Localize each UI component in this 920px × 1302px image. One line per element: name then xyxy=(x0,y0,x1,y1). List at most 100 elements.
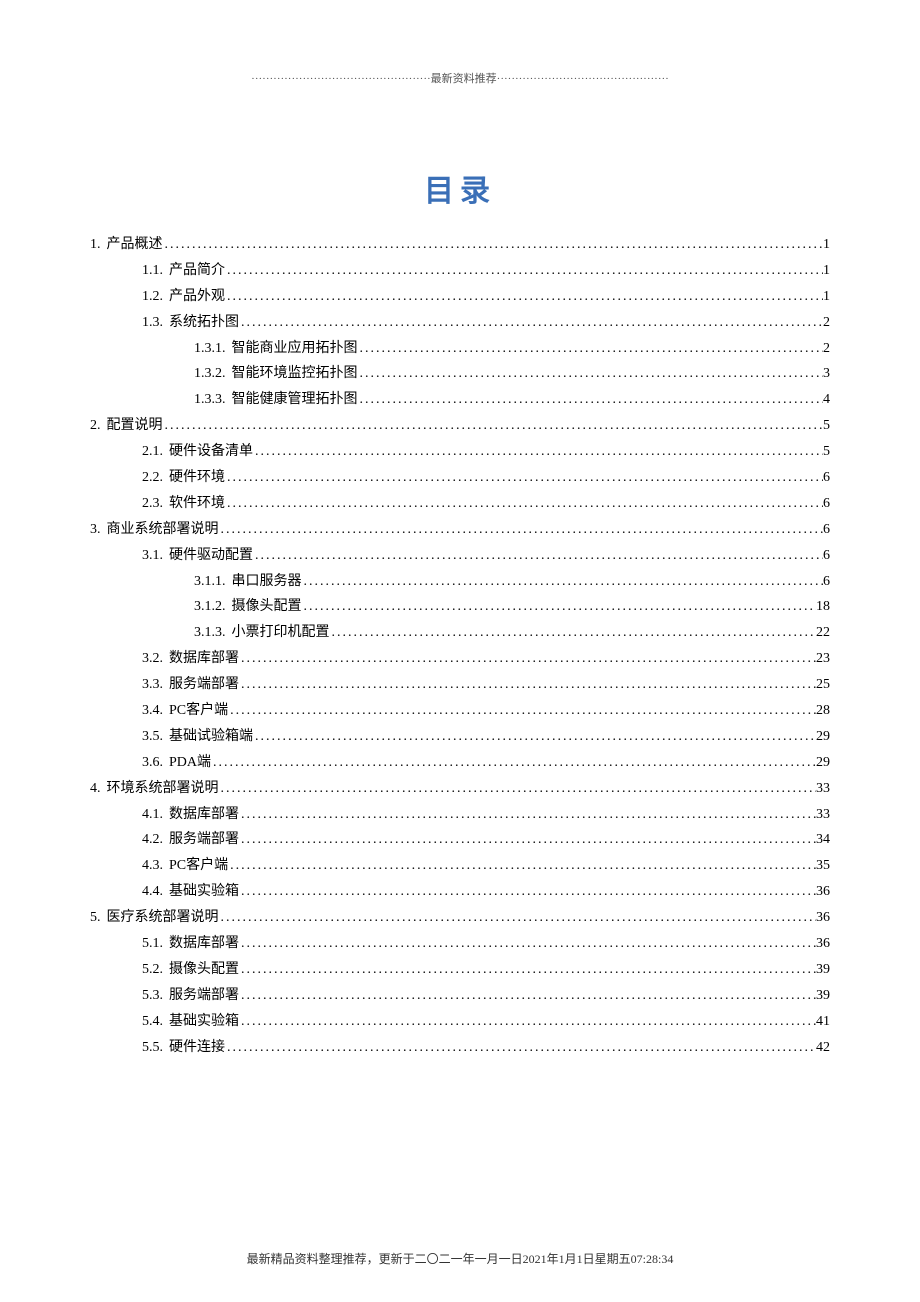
toc-entry[interactable]: 1.3.3.智能健康管理拓扑图.........................… xyxy=(90,387,830,413)
table-of-contents: 1.产品概述..................................… xyxy=(90,232,830,1061)
toc-leader-dots: ........................................… xyxy=(225,258,823,284)
toc-entry-label: 服务端部署 xyxy=(163,672,239,698)
toc-entry-number: 5.1. xyxy=(142,931,163,957)
toc-leader-dots: ........................................… xyxy=(239,646,816,672)
toc-entry-label: 硬件驱动配置 xyxy=(163,543,253,569)
toc-leader-dots: ........................................… xyxy=(225,465,823,491)
toc-entry[interactable]: 4.4.基础实验箱...............................… xyxy=(90,879,830,905)
toc-entry-page: 29 xyxy=(816,724,830,750)
toc-entry-number: 4. xyxy=(90,776,101,802)
toc-entry-label: 智能商业应用拓扑图 xyxy=(226,336,358,362)
toc-entry[interactable]: 3.6.PDA端................................… xyxy=(90,750,830,776)
toc-entry-number: 1.2. xyxy=(142,284,163,310)
toc-leader-dots: ........................................… xyxy=(228,698,816,724)
toc-entry-label: 服务端部署 xyxy=(163,827,239,853)
toc-entry[interactable]: 3.1.2.摄像头配置.............................… xyxy=(90,594,830,620)
toc-leader-dots: ........................................… xyxy=(163,413,824,439)
toc-entry[interactable]: 1.2.产品外观................................… xyxy=(90,284,830,310)
toc-entry[interactable]: 3.商业系统部署说明..............................… xyxy=(90,517,830,543)
toc-entry[interactable]: 3.1.3.小票打印机配置...........................… xyxy=(90,620,830,646)
toc-leader-dots: ........................................… xyxy=(239,879,816,905)
toc-entry-number: 3.1.2. xyxy=(194,594,226,620)
toc-entry-number: 3.2. xyxy=(142,646,163,672)
toc-entry[interactable]: 5.5.硬件连接................................… xyxy=(90,1035,830,1061)
toc-entry-page: 1 xyxy=(823,284,830,310)
page-footer: 最新精品资料整理推荐，更新于二〇二一年一月一日2021年1月1日星期五07:28… xyxy=(0,1250,920,1267)
toc-entry[interactable]: 3.5.基础试验箱端..............................… xyxy=(90,724,830,750)
page-header: ········································… xyxy=(90,70,830,86)
toc-entry-number: 2.2. xyxy=(142,465,163,491)
toc-entry-page: 39 xyxy=(816,983,830,1009)
toc-entry-label: 环境系统部署说明 xyxy=(101,776,219,802)
toc-entry[interactable]: 4.环境系统部署说明..............................… xyxy=(90,776,830,802)
toc-leader-dots: ........................................… xyxy=(358,336,824,362)
toc-entry-number: 1.3.3. xyxy=(194,387,226,413)
toc-entry-number: 4.2. xyxy=(142,827,163,853)
toc-entry[interactable]: 3.1.硬件驱动配置..............................… xyxy=(90,543,830,569)
toc-entry-page: 28 xyxy=(816,698,830,724)
toc-entry[interactable]: 2.2.硬件环境................................… xyxy=(90,465,830,491)
toc-leader-dots: ........................................… xyxy=(302,594,817,620)
toc-entry-page: 33 xyxy=(816,776,830,802)
toc-entry-label: 基础试验箱端 xyxy=(163,724,253,750)
toc-entry-number: 3.1.3. xyxy=(194,620,226,646)
toc-entry-page: 2 xyxy=(823,310,830,336)
toc-entry-number: 1.3.2. xyxy=(194,361,226,387)
toc-entry-number: 5.3. xyxy=(142,983,163,1009)
toc-entry[interactable]: 3.1.1.串口服务器.............................… xyxy=(90,569,830,595)
toc-entry-page: 6 xyxy=(823,569,830,595)
toc-entry[interactable]: 3.3.服务端部署...............................… xyxy=(90,672,830,698)
toc-entry-label: 基础实验箱 xyxy=(163,1009,239,1035)
toc-entry-number: 4.1. xyxy=(142,802,163,828)
toc-entry[interactable]: 2.配置说明..................................… xyxy=(90,413,830,439)
toc-leader-dots: ........................................… xyxy=(253,724,816,750)
toc-entry[interactable]: 1.3.2.智能环境监控拓扑图.........................… xyxy=(90,361,830,387)
toc-leader-dots: ........................................… xyxy=(239,802,816,828)
toc-entry-label: 硬件环境 xyxy=(163,465,225,491)
toc-entry-number: 4.4. xyxy=(142,879,163,905)
toc-entry[interactable]: 2.3.软件环境................................… xyxy=(90,491,830,517)
toc-entry[interactable]: 4.3.PC客户端...............................… xyxy=(90,853,830,879)
toc-entry[interactable]: 5.3.服务端部署...............................… xyxy=(90,983,830,1009)
toc-entry-label: 硬件设备清单 xyxy=(163,439,253,465)
toc-leader-dots: ........................................… xyxy=(330,620,817,646)
toc-entry-page: 3 xyxy=(823,361,830,387)
toc-entry-label: 产品外观 xyxy=(163,284,225,310)
toc-entry-label: 串口服务器 xyxy=(226,569,302,595)
toc-entry[interactable]: 5.4.基础实验箱...............................… xyxy=(90,1009,830,1035)
toc-leader-dots: ........................................… xyxy=(239,1009,816,1035)
toc-entry-label: 智能健康管理拓扑图 xyxy=(226,387,358,413)
toc-entry-page: 1 xyxy=(823,258,830,284)
toc-entry-page: 5 xyxy=(823,413,830,439)
toc-entry-number: 1.3. xyxy=(142,310,163,336)
toc-entry-number: 2. xyxy=(90,413,101,439)
toc-entry-number: 1.3.1. xyxy=(194,336,226,362)
toc-entry[interactable]: 3.2.数据库部署...............................… xyxy=(90,646,830,672)
toc-entry-label: 基础实验箱 xyxy=(163,879,239,905)
toc-entry[interactable]: 3.4.PC客户端...............................… xyxy=(90,698,830,724)
toc-entry-page: 6 xyxy=(823,517,830,543)
toc-entry-number: 3.1.1. xyxy=(194,569,226,595)
toc-title: 目录 xyxy=(90,166,830,210)
toc-entry-label: 配置说明 xyxy=(101,413,163,439)
toc-leader-dots: ........................................… xyxy=(239,827,816,853)
toc-entry[interactable]: 1.3.1.智能商业应用拓扑图.........................… xyxy=(90,336,830,362)
toc-entry[interactable]: 4.2.服务端部署...............................… xyxy=(90,827,830,853)
toc-entry-label: 摄像头配置 xyxy=(163,957,239,983)
toc-entry[interactable]: 5.1.数据库部署...............................… xyxy=(90,931,830,957)
toc-entry[interactable]: 5.医疗系统部署说明..............................… xyxy=(90,905,830,931)
document-page: ········································… xyxy=(0,0,920,1061)
toc-entry[interactable]: 2.1.硬件设备清单..............................… xyxy=(90,439,830,465)
toc-entry-page: 41 xyxy=(816,1009,830,1035)
toc-entry-number: 3.1. xyxy=(142,543,163,569)
toc-entry[interactable]: 1.1.产品简介................................… xyxy=(90,258,830,284)
toc-entry[interactable]: 1.产品概述..................................… xyxy=(90,232,830,258)
toc-entry-page: 34 xyxy=(816,827,830,853)
toc-entry-number: 1.1. xyxy=(142,258,163,284)
toc-entry[interactable]: 1.3.系统拓扑图...............................… xyxy=(90,310,830,336)
toc-entry[interactable]: 5.2.摄像头配置...............................… xyxy=(90,957,830,983)
toc-entry[interactable]: 4.1.数据库部署...............................… xyxy=(90,802,830,828)
toc-entry-number: 5.5. xyxy=(142,1035,163,1061)
toc-leader-dots: ........................................… xyxy=(253,543,823,569)
toc-entry-number: 3.6. xyxy=(142,750,163,776)
